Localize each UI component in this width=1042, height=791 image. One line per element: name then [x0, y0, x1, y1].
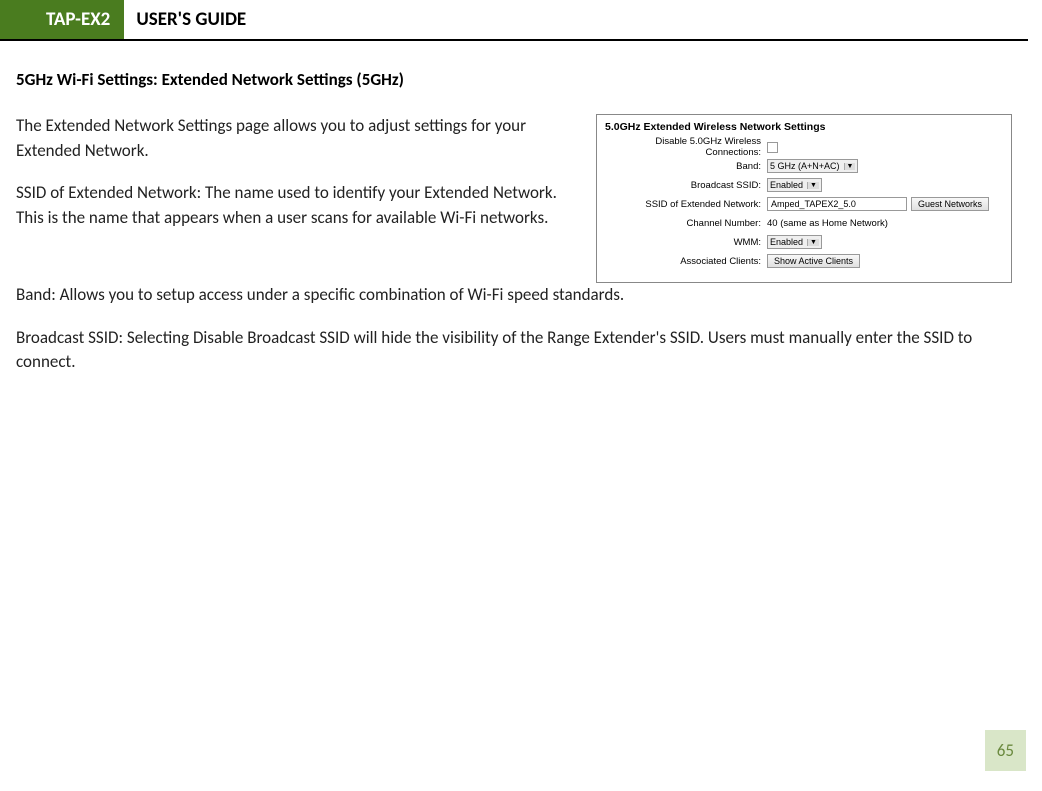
guest-networks-button[interactable]: Guest Networks: [911, 197, 989, 211]
row-disable: Disable 5.0GHz Wireless Connections:: [605, 139, 1003, 155]
channel-value: 40 (same as Home Network): [767, 218, 888, 229]
broadcast-select-value: Enabled: [770, 180, 803, 190]
chevron-down-icon: ▼: [807, 182, 819, 189]
disable-checkbox[interactable]: [767, 142, 778, 153]
section-heading: 5GHz Wi-Fi Settings: Extended Network Se…: [16, 69, 1012, 90]
guide-title: USER'S GUIDE: [124, 0, 246, 39]
label-clients: Associated Clients:: [605, 256, 767, 267]
paragraph-ssid: SSID of Extended Network: The name used …: [16, 181, 576, 230]
chevron-down-icon: ▼: [844, 163, 856, 170]
paragraph-band: Band: Allows you to setup access under a…: [16, 283, 1012, 308]
settings-screenshot: 5.0GHz Extended Wireless Network Setting…: [596, 114, 1012, 283]
ssid-input-value: Amped_TAPEX2_5.0: [771, 199, 856, 209]
label-ssid-field: SSID of Extended Network:: [605, 199, 767, 210]
panel-title: 5.0GHz Extended Wireless Network Setting…: [605, 121, 1003, 133]
label-band: Band:: [605, 161, 767, 172]
row-channel: Channel Number: 40 (same as Home Network…: [605, 215, 1003, 231]
label-disable: Disable 5.0GHz Wireless Connections:: [605, 136, 767, 158]
label-channel: Channel Number:: [605, 218, 767, 229]
paragraph-intro: The Extended Network Settings page allow…: [16, 114, 576, 163]
wmm-select[interactable]: Enabled ▼: [767, 235, 822, 249]
product-code: TAP-EX2: [46, 8, 110, 31]
body-wrap: The Extended Network Settings page allow…: [16, 114, 1012, 283]
paragraph-broadcast: Broadcast SSID: Selecting Disable Broadc…: [16, 326, 1012, 375]
page-header: TAP-EX2 USER'S GUIDE: [0, 0, 1028, 41]
text-column: The Extended Network Settings page allow…: [16, 114, 576, 249]
row-ssid: SSID of Extended Network: Amped_TAPEX2_5…: [605, 196, 1003, 212]
page-content: 5GHz Wi-Fi Settings: Extended Network Se…: [0, 41, 1042, 375]
wmm-select-value: Enabled: [770, 237, 803, 247]
chevron-down-icon: ▼: [807, 239, 819, 246]
broadcast-select[interactable]: Enabled ▼: [767, 178, 822, 192]
page-number: 65: [985, 730, 1026, 771]
band-select[interactable]: 5 GHz (A+N+AC) ▼: [767, 159, 858, 173]
row-broadcast: Broadcast SSID: Enabled ▼: [605, 177, 1003, 193]
band-select-value: 5 GHz (A+N+AC): [770, 161, 840, 171]
show-active-clients-button[interactable]: Show Active Clients: [767, 254, 860, 268]
row-wmm: WMM: Enabled ▼: [605, 234, 1003, 250]
product-badge: TAP-EX2: [0, 0, 124, 39]
label-wmm: WMM:: [605, 237, 767, 248]
ssid-input[interactable]: Amped_TAPEX2_5.0: [767, 197, 907, 211]
row-clients: Associated Clients: Show Active Clients: [605, 253, 1003, 269]
label-broadcast: Broadcast SSID:: [605, 180, 767, 191]
row-band: Band: 5 GHz (A+N+AC) ▼: [605, 158, 1003, 174]
